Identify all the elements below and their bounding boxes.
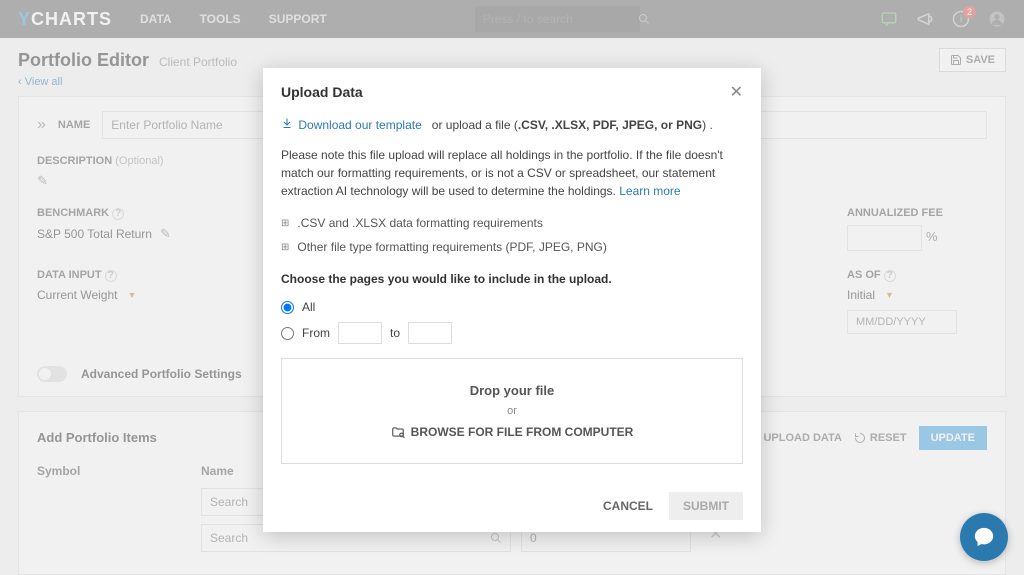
to-page-input[interactable] [408, 322, 452, 344]
download-icon [281, 118, 293, 132]
expand-icon: ⊞ [281, 216, 289, 231]
learn-more-link[interactable]: Learn more [619, 184, 680, 198]
choose-pages-label: Choose the pages you would like to inclu… [281, 270, 743, 288]
modal-title: Upload Data [281, 84, 363, 100]
download-template-link[interactable]: Download our template [298, 118, 421, 132]
chat-icon [973, 526, 995, 548]
radio-from[interactable]: Fromto [281, 322, 743, 344]
from-page-input[interactable] [338, 322, 382, 344]
chat-bubble[interactable] [960, 513, 1008, 561]
drop-zone[interactable]: Drop your file or BROWSE FOR FILE FROM C… [281, 358, 743, 464]
close-icon[interactable]: ✕ [730, 82, 743, 102]
submit-button[interactable]: SUBMIT [669, 492, 743, 520]
upload-note: Please note this file upload will replac… [281, 146, 743, 200]
cancel-button[interactable]: CANCEL [603, 499, 653, 513]
browse-link[interactable]: BROWSE FOR FILE FROM COMPUTER [292, 423, 732, 441]
radio-all[interactable]: All [281, 298, 743, 316]
drop-title: Drop your file [292, 381, 732, 401]
expand-csv-requirements[interactable]: ⊞.CSV and .XLSX data formatting requirem… [281, 214, 743, 232]
folder-icon [391, 425, 405, 439]
expand-icon: ⊞ [281, 240, 289, 255]
upload-modal: Upload Data ✕ Download our template or u… [263, 68, 761, 532]
drop-or: or [292, 403, 732, 420]
expand-other-requirements[interactable]: ⊞Other file type formatting requirements… [281, 238, 743, 256]
